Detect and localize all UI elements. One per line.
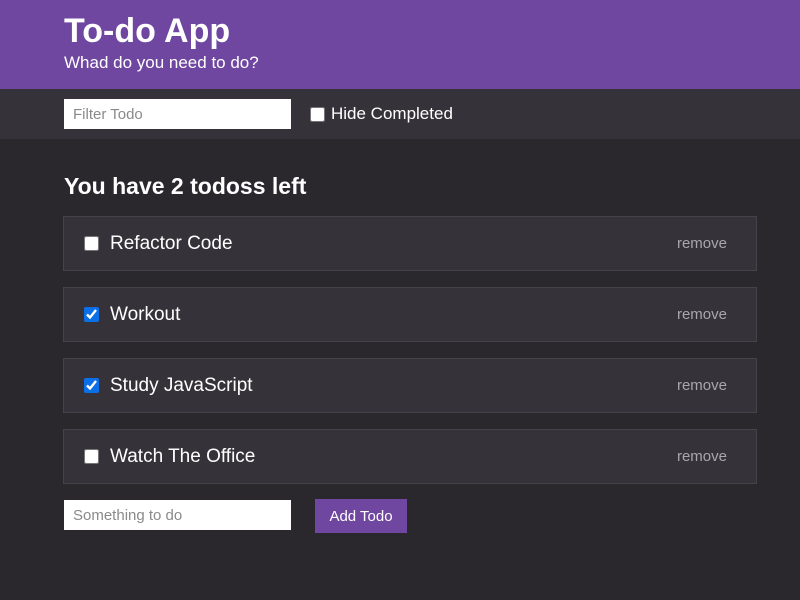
- todo-label: Watch The Office: [110, 446, 256, 467]
- todo-checkbox[interactable]: [84, 236, 99, 251]
- todo-label: Workout: [110, 304, 181, 325]
- todos-left-heading: You have 2 todoss left: [64, 173, 307, 199]
- todo-item: Refactor Code remove: [63, 216, 757, 271]
- todo-item: Workout remove: [63, 287, 757, 342]
- todo-item: Watch The Office remove: [63, 429, 757, 484]
- todo-label: Refactor Code: [110, 233, 233, 254]
- new-todo-input[interactable]: [64, 500, 291, 530]
- filter-bar: Hide Completed: [0, 89, 800, 139]
- filter-input[interactable]: [64, 99, 291, 129]
- app-header: To-do App Whad do you need to do?: [0, 0, 800, 89]
- todo-checkbox[interactable]: [84, 378, 99, 393]
- todo-checkbox[interactable]: [84, 449, 99, 464]
- todo-list: Refactor Code remove Workout remove Stud…: [63, 216, 757, 500]
- app-subtitle: Whad do you need to do?: [64, 53, 259, 72]
- remove-button[interactable]: remove: [677, 448, 727, 466]
- todo-checkbox[interactable]: [84, 307, 99, 322]
- add-todo-button[interactable]: Add Todo: [315, 499, 407, 533]
- hide-completed-label: Hide Completed: [331, 104, 453, 123]
- hide-completed-checkbox[interactable]: [310, 106, 325, 122]
- remove-button[interactable]: remove: [677, 306, 727, 324]
- todo-label: Study JavaScript: [110, 375, 253, 396]
- todo-item: Study JavaScript remove: [63, 358, 757, 413]
- hide-completed-toggle[interactable]: Hide Completed: [310, 102, 453, 126]
- remove-button[interactable]: remove: [677, 377, 727, 395]
- app-title: To-do App: [64, 12, 231, 50]
- remove-button[interactable]: remove: [677, 235, 727, 253]
